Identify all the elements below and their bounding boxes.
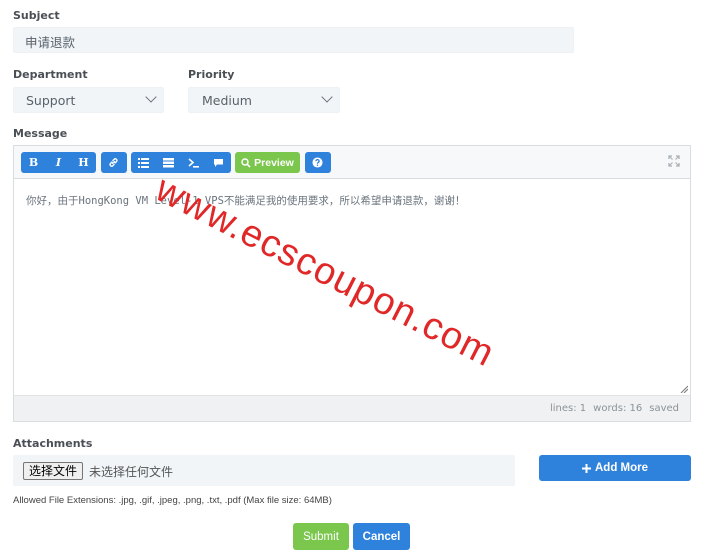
allowed-extensions-note: Allowed File Extensions: .jpg, .gif, .jp… — [13, 495, 332, 506]
department-select[interactable]: Support — [13, 87, 164, 113]
list-icon — [138, 157, 149, 168]
block-group — [131, 152, 231, 173]
italic-button[interactable]: I — [46, 152, 71, 173]
quote-button[interactable] — [206, 152, 231, 173]
add-more-button[interactable]: Add More — [539, 455, 691, 481]
file-status: 未选择任何文件 — [89, 465, 174, 479]
preview-group: Preview — [235, 152, 300, 173]
attachments-label: Attachments — [13, 437, 93, 450]
plus-icon — [581, 463, 591, 473]
editor-toolbar: B I H Preview — [14, 146, 690, 179]
priority-select[interactable]: Medium — [188, 87, 340, 113]
choose-file-button[interactable]: 选择文件 — [23, 462, 84, 480]
priority-label: Priority — [188, 68, 235, 81]
chevron-down-icon — [321, 91, 333, 103]
cancel-button[interactable]: Cancel — [353, 523, 410, 550]
preview-button[interactable]: Preview — [235, 152, 300, 173]
editor-statusbar: lines: 1 words: 16 saved — [14, 395, 690, 421]
link-icon — [109, 158, 118, 167]
resize-handle-icon[interactable] — [680, 385, 688, 393]
status-lines: lines: 1 — [550, 403, 587, 414]
add-more-label: Add More — [594, 462, 649, 474]
link-button[interactable] — [101, 152, 126, 173]
department-label: Department — [13, 68, 88, 81]
format-group: B I H — [21, 152, 96, 173]
comment-icon — [214, 158, 223, 167]
preview-label: Preview — [254, 156, 294, 169]
status-saved: saved — [649, 403, 679, 414]
bold-button[interactable]: B — [21, 152, 46, 173]
subject-input[interactable]: 申请退款 — [13, 27, 574, 53]
chevron-down-icon — [145, 91, 157, 103]
heading-button[interactable]: H — [71, 152, 96, 173]
fullscreen-icon[interactable] — [668, 155, 680, 167]
search-icon — [241, 157, 251, 168]
table-icon — [163, 157, 174, 167]
message-textarea[interactable]: 你好，由于HongKong VM Level-1 VPS不能满足我的使用要求，所… — [26, 193, 465, 208]
message-label: Message — [13, 127, 68, 140]
message-editor: B I H Preview 你好，由于HongKong VM Level-1 V… — [13, 145, 691, 422]
submit-button[interactable]: Submit — [293, 523, 349, 550]
table-button[interactable] — [156, 152, 181, 173]
priority-value: Medium — [202, 93, 252, 108]
help-button[interactable] — [305, 152, 330, 173]
department-value: Support — [26, 93, 76, 108]
code-button[interactable] — [181, 152, 206, 173]
help-group — [305, 152, 331, 173]
question-icon — [312, 157, 323, 168]
status-words: words: 16 — [593, 403, 643, 414]
file-input: 选择文件 未选择任何文件 — [13, 455, 515, 486]
subject-label: Subject — [13, 9, 60, 22]
list-button[interactable] — [131, 152, 156, 173]
link-group — [101, 152, 127, 173]
terminal-icon — [188, 157, 199, 168]
